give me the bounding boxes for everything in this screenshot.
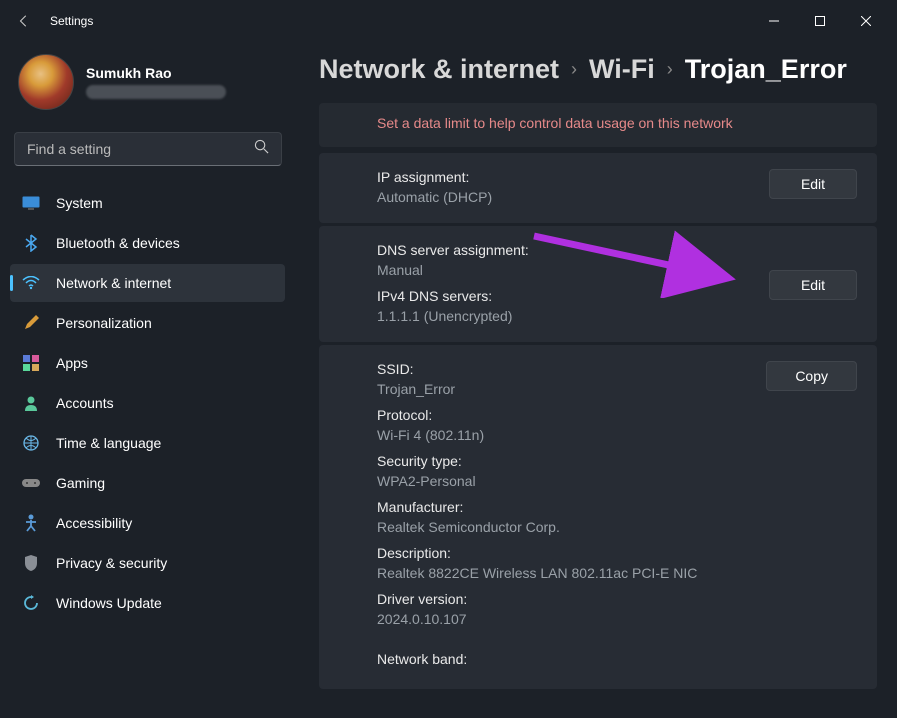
protocol-value: Wi-Fi 4 (802.11n) <box>377 427 766 443</box>
sidebar-item-personalization[interactable]: Personalization <box>10 304 285 342</box>
account-icon <box>22 394 40 412</box>
sidebar-item-label: Accessibility <box>56 515 132 531</box>
network-details-card: SSID: Trojan_Error Protocol: Wi-Fi 4 (80… <box>319 345 877 689</box>
breadcrumb-network[interactable]: Network & internet <box>319 54 559 85</box>
app-title: Settings <box>50 14 93 28</box>
update-icon <box>22 594 40 612</box>
manufacturer-value: Realtek Semiconductor Corp. <box>377 519 766 535</box>
copy-button[interactable]: Copy <box>766 361 857 391</box>
sidebar-item-update[interactable]: Windows Update <box>10 584 285 622</box>
sidebar-item-label: Gaming <box>56 475 105 491</box>
chevron-right-icon: › <box>667 59 673 80</box>
sidebar-item-label: Apps <box>56 355 88 371</box>
gaming-icon <box>22 474 40 492</box>
manufacturer-label: Manufacturer: <box>377 499 766 515</box>
search-input[interactable] <box>27 141 254 157</box>
dns-assignment-value: Manual <box>377 262 529 278</box>
dns-servers-label: IPv4 DNS servers: <box>377 288 529 304</box>
security-label: Security type: <box>377 453 766 469</box>
ip-assignment-label: IP assignment: <box>377 169 492 185</box>
avatar <box>18 54 74 110</box>
brush-icon <box>22 314 40 332</box>
maximize-button[interactable] <box>797 5 843 37</box>
accessibility-icon <box>22 514 40 532</box>
profile-name: Sumukh Rao <box>86 65 226 81</box>
system-icon <box>22 194 40 212</box>
ip-assignment-value: Automatic (DHCP) <box>377 189 492 205</box>
profile-block[interactable]: Sumukh Rao <box>10 50 285 126</box>
band-label: Network band: <box>377 651 766 667</box>
security-value: WPA2-Personal <box>377 473 766 489</box>
sidebar-item-label: System <box>56 195 103 211</box>
sidebar-item-label: Network & internet <box>56 275 171 291</box>
sidebar-item-label: Windows Update <box>56 595 162 611</box>
dns-assignment-label: DNS server assignment: <box>377 242 529 258</box>
ssid-label: SSID: <box>377 361 766 377</box>
close-button[interactable] <box>843 5 889 37</box>
sidebar-item-privacy[interactable]: Privacy & security <box>10 544 285 582</box>
sidebar-item-label: Privacy & security <box>56 555 167 571</box>
driver-label: Driver version: <box>377 591 766 607</box>
nav-list: System Bluetooth & devices Network & int… <box>10 184 285 622</box>
sidebar-item-system[interactable]: System <box>10 184 285 222</box>
breadcrumb: Network & internet › Wi-Fi › Trojan_Erro… <box>319 54 877 85</box>
bluetooth-icon <box>22 234 40 252</box>
sidebar-item-label: Accounts <box>56 395 114 411</box>
sidebar-item-label: Personalization <box>56 315 152 331</box>
main-content: Network & internet › Wi-Fi › Trojan_Erro… <box>295 42 897 718</box>
minimize-button[interactable] <box>751 5 797 37</box>
sidebar-item-network[interactable]: Network & internet <box>10 264 285 302</box>
window-controls <box>751 5 889 37</box>
apps-icon <box>22 354 40 372</box>
shield-icon <box>22 554 40 572</box>
ip-assignment-card: IP assignment: Automatic (DHCP) Edit <box>319 153 877 223</box>
sidebar: Sumukh Rao System Bluetooth & devices Ne… <box>0 42 295 718</box>
sidebar-item-label: Bluetooth & devices <box>56 235 180 251</box>
sidebar-item-time-language[interactable]: Time & language <box>10 424 285 462</box>
breadcrumb-current: Trojan_Error <box>685 54 847 85</box>
globe-icon <box>22 434 40 452</box>
sidebar-item-bluetooth[interactable]: Bluetooth & devices <box>10 224 285 262</box>
wifi-icon <box>22 274 40 292</box>
description-value: Realtek 8822CE Wireless LAN 802.11ac PCI… <box>377 565 766 581</box>
profile-email-redacted <box>86 85 226 99</box>
sidebar-item-accounts[interactable]: Accounts <box>10 384 285 422</box>
sidebar-item-apps[interactable]: Apps <box>10 344 285 382</box>
dns-servers-value: 1.1.1.1 (Unencrypted) <box>377 308 529 324</box>
edit-dns-button[interactable]: Edit <box>769 270 857 300</box>
banner-text: Set a data limit to help control data us… <box>377 115 733 131</box>
dns-card: DNS server assignment: Manual IPv4 DNS s… <box>319 226 877 342</box>
titlebar: Settings <box>0 0 897 42</box>
search-icon <box>254 139 269 159</box>
breadcrumb-wifi[interactable]: Wi-Fi <box>589 54 655 85</box>
back-button[interactable] <box>8 5 40 37</box>
sidebar-item-label: Time & language <box>56 435 161 451</box>
data-limit-banner[interactable]: Set a data limit to help control data us… <box>319 103 877 147</box>
sidebar-item-accessibility[interactable]: Accessibility <box>10 504 285 542</box>
sidebar-item-gaming[interactable]: Gaming <box>10 464 285 502</box>
protocol-label: Protocol: <box>377 407 766 423</box>
edit-ip-button[interactable]: Edit <box>769 169 857 199</box>
search-box[interactable] <box>14 132 282 166</box>
description-label: Description: <box>377 545 766 561</box>
chevron-right-icon: › <box>571 59 577 80</box>
driver-value: 2024.0.10.107 <box>377 611 766 627</box>
ssid-value: Trojan_Error <box>377 381 766 397</box>
